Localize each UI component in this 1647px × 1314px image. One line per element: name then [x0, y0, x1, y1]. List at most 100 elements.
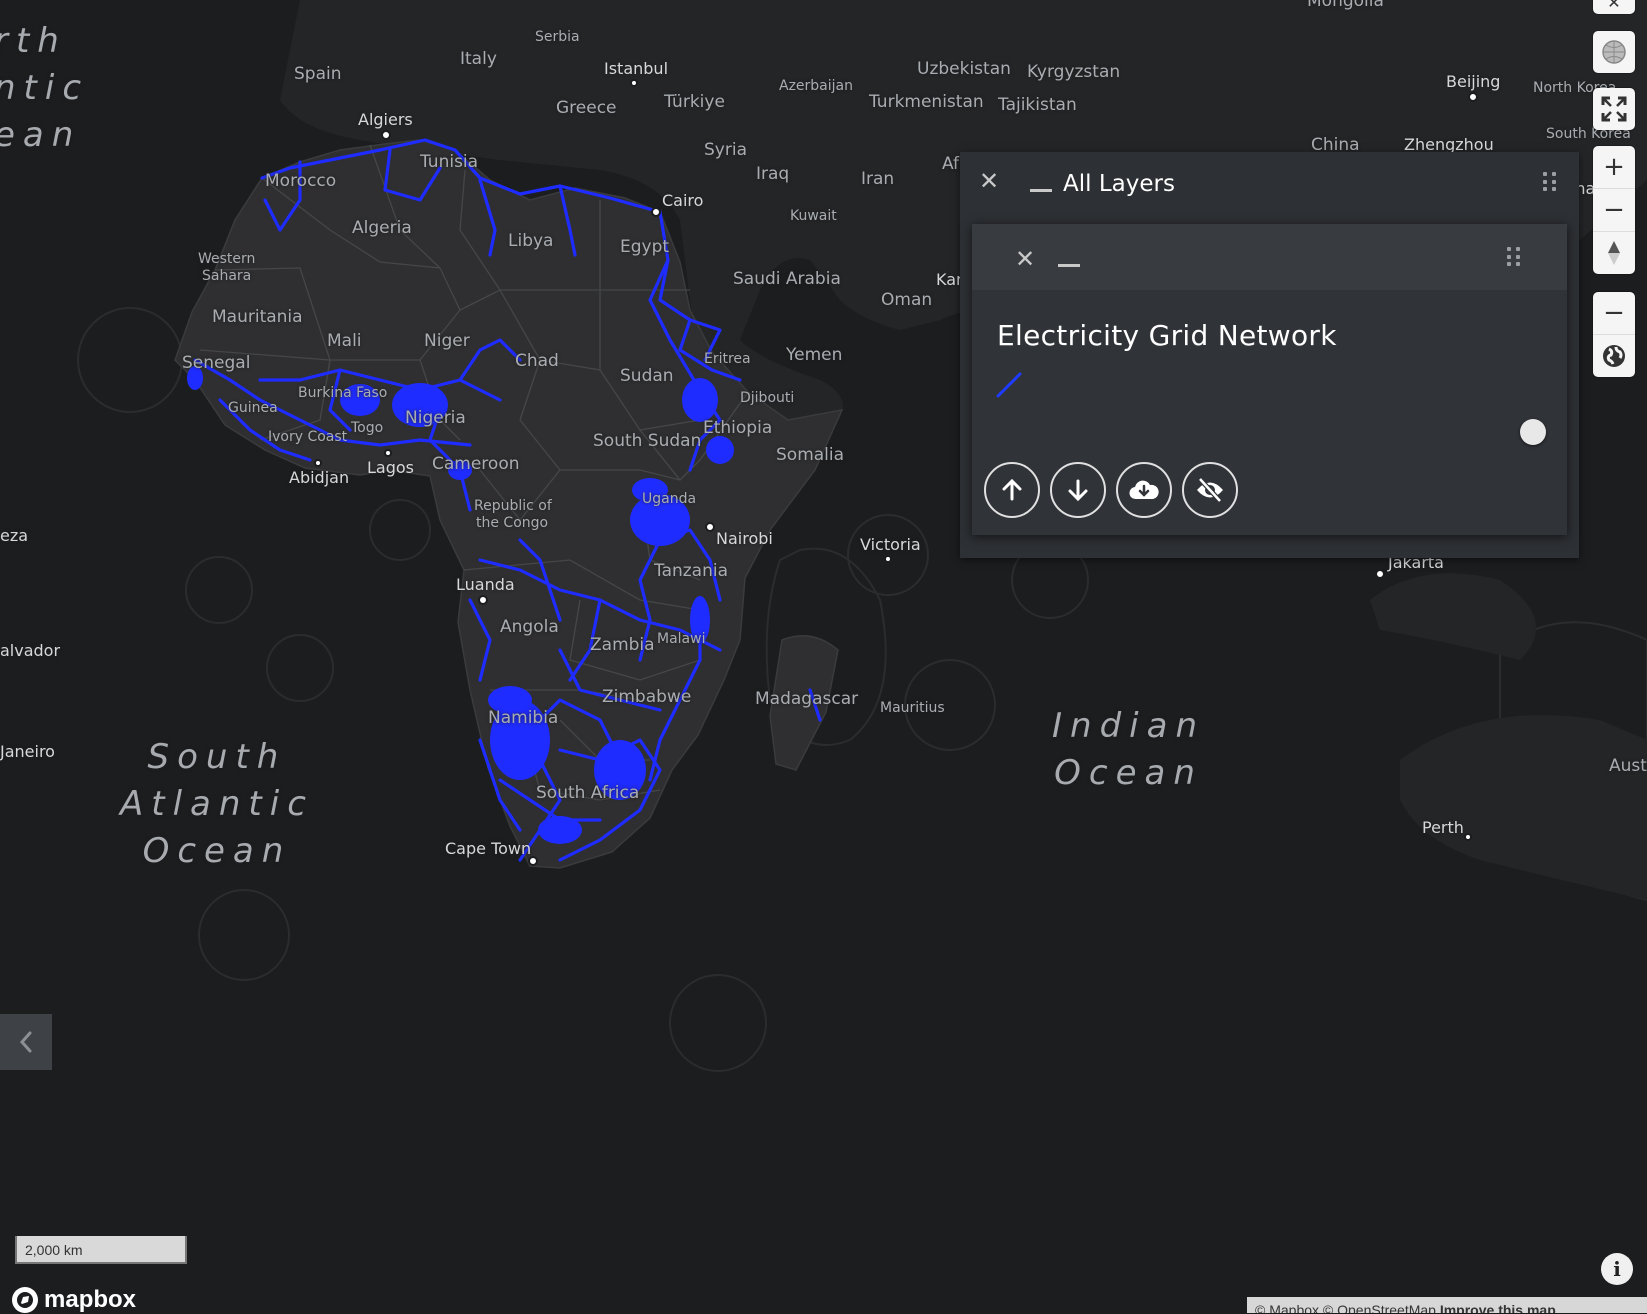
country-label: Mauritania	[212, 307, 303, 327]
country-label: Ethiopia	[703, 418, 773, 438]
country-label: Greece	[556, 98, 617, 118]
country-label: Iraq	[756, 164, 790, 184]
country-label: Mali	[327, 331, 362, 351]
country-label: Turkmenistan	[869, 92, 984, 112]
map-controls-top: ✕	[1593, 0, 1635, 14]
country-label: Azerbaijan	[779, 78, 853, 94]
country-label: Algeria	[352, 218, 412, 238]
country-label: Saudi Arabia	[733, 269, 841, 289]
city-label: alvador	[0, 641, 61, 660]
country-label: Serbia	[535, 29, 580, 45]
country-label: Burkina Faso	[298, 385, 388, 401]
zoom-out-icon[interactable]: −	[1593, 188, 1635, 231]
city-label: Istanbul	[604, 59, 669, 78]
country-label: Tajikistan	[998, 95, 1077, 115]
country-label: Djibouti	[740, 390, 795, 406]
city-label: Nairobi	[716, 529, 773, 548]
city-label: Cairo	[662, 191, 704, 210]
country-label: Zimbabwe	[602, 687, 692, 707]
country-label: Togo	[351, 420, 384, 436]
mapbox-logo[interactable]: mapbox	[12, 1286, 136, 1314]
layer-card: ✕ Electricity Grid Network	[972, 224, 1567, 535]
country-label: Guinea	[228, 400, 278, 416]
country-label: Syria	[704, 140, 747, 160]
country-label: Somalia	[776, 445, 845, 465]
improve-map-link[interactable]: Improve this map	[1440, 1302, 1556, 1313]
city-label: eza	[0, 526, 29, 545]
country-label: Chad	[515, 351, 559, 371]
all-layers-header: ✕ All Layers	[960, 152, 1579, 212]
scale-bar: 2,000 km	[15, 1236, 187, 1264]
city-label: Algiers	[358, 110, 413, 129]
arrow-up-icon	[1002, 478, 1022, 501]
city-label: Zhengzhou	[1404, 135, 1494, 154]
zoom-in-icon[interactable]: +	[1593, 146, 1635, 188]
country-label: Sahara	[202, 268, 252, 284]
country-label: Niger	[424, 331, 470, 351]
city-label: Cape Town	[445, 839, 532, 858]
minus-icon[interactable]: −	[1593, 292, 1635, 334]
arrow-down-icon	[1068, 479, 1088, 502]
country-label: Yemen	[786, 345, 843, 365]
ocean-label-south-atlantic: South Atlantic Ocean	[120, 737, 314, 871]
country-label: Kyrgyzstan	[1027, 62, 1121, 82]
country-label: Italy	[460, 49, 497, 69]
city-label: Janeiro	[0, 742, 55, 761]
country-label: Uganda	[642, 491, 697, 507]
close-icon[interactable]: ✕	[1015, 247, 1035, 271]
country-label: Tunisia	[420, 152, 479, 172]
country-label: Ivory Coast	[268, 429, 348, 445]
globe-icon[interactable]	[1593, 31, 1635, 73]
cloud-download-icon	[1129, 480, 1159, 500]
close-icon[interactable]: ✕	[979, 169, 999, 193]
country-label: Cameroon	[432, 454, 520, 474]
minimize-icon[interactable]	[1030, 189, 1052, 192]
hide-layer-button[interactable]	[1182, 462, 1238, 518]
country-label: Oman	[881, 290, 933, 310]
country-label: Kuwait	[790, 208, 837, 224]
country-label: Nigeria	[405, 408, 466, 428]
reset-bearing-icon[interactable]	[1593, 231, 1635, 274]
country-label: Western	[198, 251, 256, 267]
minimize-icon[interactable]	[1058, 264, 1080, 267]
city-label: Lagos	[367, 458, 414, 477]
eye-off-icon	[1197, 477, 1223, 503]
ocean-label-north-atlantic: rth ntic ean	[0, 21, 90, 155]
country-label: Spain	[294, 64, 342, 84]
fullscreen-icon[interactable]	[1593, 88, 1635, 130]
country-label: Madagascar	[755, 689, 859, 709]
compass-icon[interactable]: ✕	[1593, 0, 1635, 14]
move-up-button[interactable]	[984, 462, 1040, 518]
globe-style-icon[interactable]	[1593, 334, 1635, 377]
line-legend-icon	[996, 372, 1022, 398]
drag-handle-icon[interactable]	[1543, 172, 1557, 192]
country-label: Mongolia	[1307, 0, 1384, 11]
drag-handle-icon[interactable]	[1507, 247, 1521, 267]
attribution-text[interactable]: © Mapbox © OpenStreetMap	[1255, 1302, 1436, 1313]
fullscreen-control	[1593, 88, 1635, 130]
country-label: Aust	[1609, 756, 1647, 776]
country-label: Libya	[508, 231, 554, 251]
country-label: Angola	[500, 617, 559, 637]
country-label: Senegal	[182, 353, 251, 373]
sidebar-toggle-button[interactable]	[0, 1014, 52, 1070]
country-label: Mauritius	[880, 700, 945, 716]
download-button[interactable]	[1116, 462, 1172, 518]
visibility-toggle[interactable]	[1520, 419, 1546, 445]
layer-name: Electricity Grid Network	[997, 319, 1337, 352]
city-label: Luanda	[456, 575, 515, 594]
city-label: Victoria	[860, 535, 921, 554]
country-label: Egypt	[620, 237, 670, 257]
chevron-left-icon	[19, 1031, 32, 1053]
country-label: Tanzania	[654, 561, 729, 581]
info-icon[interactable]: i	[1601, 1253, 1633, 1285]
city-label: Abidjan	[289, 468, 350, 487]
panel-title: All Layers	[1063, 171, 1175, 197]
country-label: Namibia	[488, 708, 559, 728]
navigation-control: + −	[1593, 146, 1635, 274]
city-label: Beijing	[1446, 72, 1501, 91]
draw-control: −	[1593, 292, 1635, 377]
city-label: Perth	[1422, 818, 1464, 837]
country-label: Eritrea	[704, 351, 751, 367]
move-down-button[interactable]	[1050, 462, 1106, 518]
